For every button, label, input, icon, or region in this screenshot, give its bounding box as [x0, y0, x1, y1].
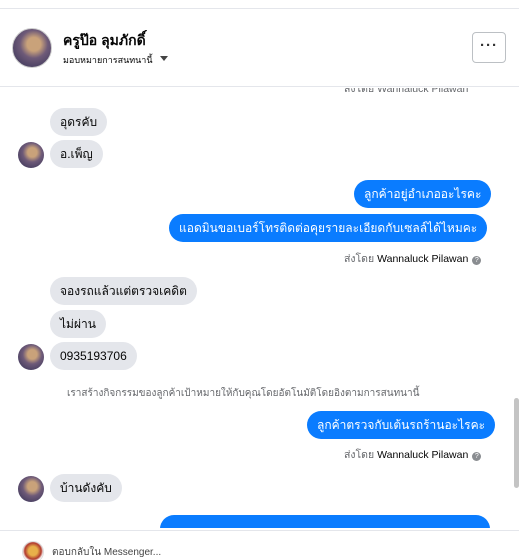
- system-note: เราสร้างกิจกรรมของลูกค้าเป้าหมายให้กับคุ…: [67, 388, 420, 399]
- sent-by-name[interactable]: Wannaluck Pilawan: [377, 253, 468, 265]
- more-options-button[interactable]: ···: [472, 32, 506, 63]
- incoming-message[interactable]: อุดรคับ: [50, 108, 108, 136]
- message-thread[interactable]: ส่งโดย Wannaluck Pilawan อุดรคับ อ.เพ็ญ …: [0, 88, 519, 528]
- outgoing-message-partial[interactable]: [160, 515, 490, 528]
- incoming-message[interactable]: อ.เพ็ญ: [50, 140, 103, 168]
- chevron-down-icon[interactable]: [160, 56, 168, 61]
- outgoing-message[interactable]: แอดมินขอเบอร์โทรติดต่อคุยรายละเอียดกับเซ…: [169, 214, 488, 242]
- assign-conversation-dropdown[interactable]: มอบหมายการสนทนานี้: [63, 53, 153, 67]
- contact-mini-avatar: [18, 142, 44, 168]
- incoming-message[interactable]: บ้านดังคับ: [50, 474, 122, 502]
- outgoing-message[interactable]: ลูกค้าตรวจกับเต้นรถร้านอะไรคะ: [307, 411, 496, 439]
- incoming-message[interactable]: 0935193706: [50, 342, 137, 370]
- reply-input[interactable]: ตอบกลับใน Messenger...: [52, 545, 161, 560]
- incoming-message[interactable]: ไม่ผ่าน: [50, 310, 106, 338]
- question-icon[interactable]: ?: [472, 452, 482, 461]
- sent-by-prefix: ส่งโดย: [344, 253, 375, 265]
- question-icon[interactable]: ?: [472, 256, 482, 265]
- sent-by-label: ส่งโดย Wannaluck Pilawan?: [344, 446, 482, 463]
- conversation-header: ครูป๊อ ลุมภักดิ์ มอบหมายการสนทนานี้ ···: [0, 9, 519, 87]
- thread-scrollbar[interactable]: [514, 398, 519, 488]
- contact-mini-avatar: [18, 344, 44, 370]
- contact-avatar[interactable]: [12, 28, 52, 68]
- contact-mini-avatar: [18, 476, 44, 502]
- contact-name[interactable]: ครูป๊อ ลุมภักดิ์: [63, 30, 146, 52]
- sent-by-prefix: ส่งโดย: [344, 449, 375, 461]
- incoming-message[interactable]: จองรถแล้วแต่ตรวจเคดิต: [50, 277, 197, 305]
- sent-by-label-cutoff: ส่งโดย Wannaluck Pilawan: [344, 88, 469, 95]
- sent-by-label: ส่งโดย Wannaluck Pilawan?: [344, 250, 482, 267]
- reply-composer: ตอบกลับใน Messenger...: [0, 530, 519, 560]
- page-avatar: [22, 541, 44, 560]
- sent-by-name[interactable]: Wannaluck Pilawan: [377, 449, 468, 461]
- outgoing-message[interactable]: ลูกค้าอยู่อำเภออะไรคะ: [354, 180, 492, 208]
